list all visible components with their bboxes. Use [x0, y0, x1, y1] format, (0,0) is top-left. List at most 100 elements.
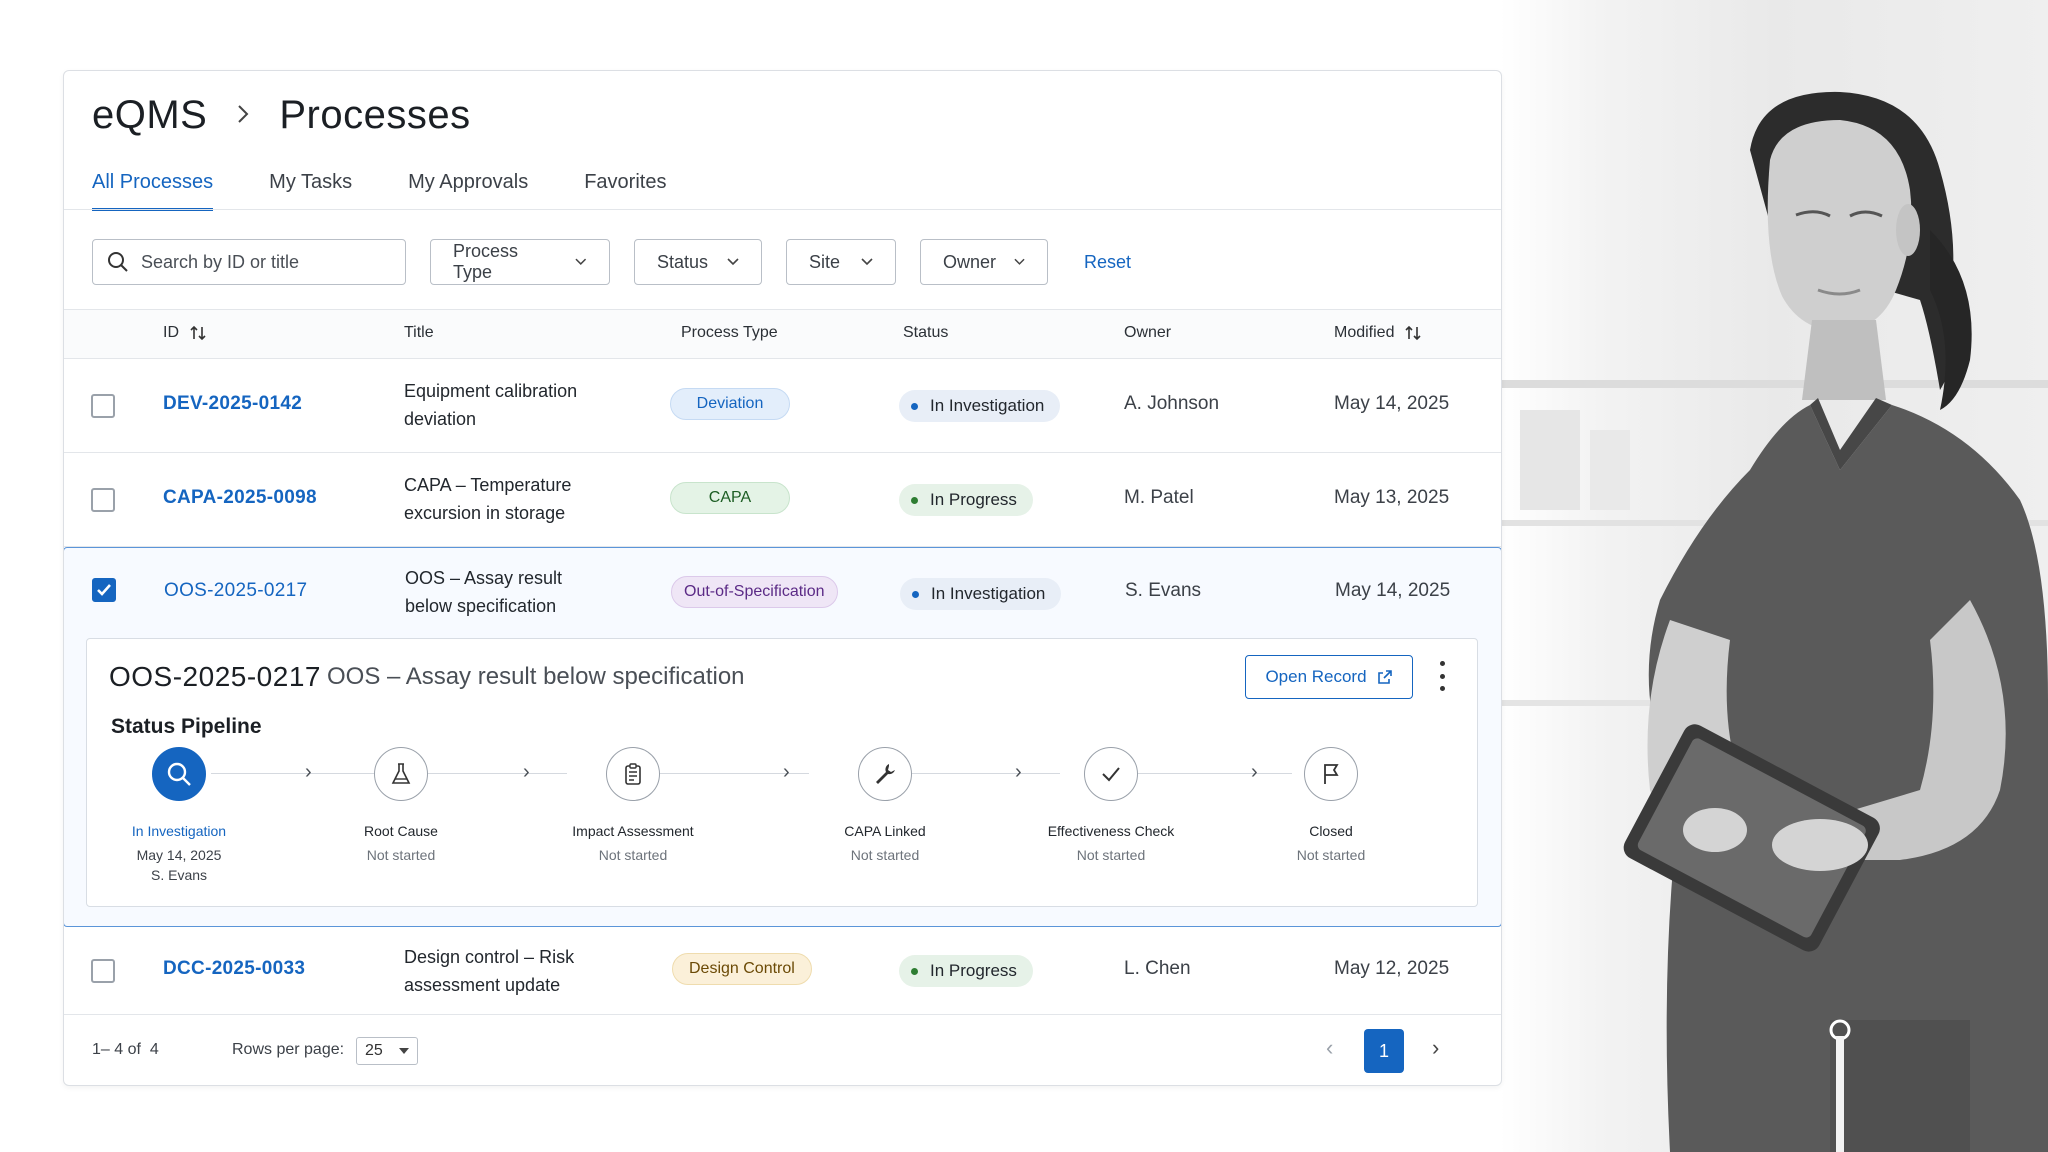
row-checkbox-checked[interactable] [92, 578, 116, 602]
record-title-line1: Design control – Risk [404, 947, 575, 967]
pipeline-stage-impact-assessment[interactable]: Impact Assessment Not started [533, 747, 733, 863]
stage-status: Not started [1076, 847, 1146, 863]
status-label: In Investigation [930, 396, 1045, 415]
tab-my-approvals[interactable]: My Approvals [408, 171, 528, 211]
record-detail-panel: OOS-2025-0217 OOS – Assay result below s… [86, 638, 1478, 907]
status-pipeline-label: Status Pipeline [111, 715, 262, 738]
rows-per-page-label: Rows per page: [232, 1041, 345, 1058]
owner-name: A. Johnson [1124, 393, 1220, 414]
pagination-range: 1– 4 of 4 [92, 1041, 159, 1058]
row-checkbox[interactable] [91, 488, 115, 512]
column-header-process-type: Process Type [681, 324, 778, 341]
owner-name: S. Evans [1125, 580, 1202, 601]
column-header-status: Status [903, 324, 949, 341]
modified-date: May 13, 2025 [1334, 487, 1450, 508]
column-id-label: ID [163, 324, 179, 341]
pipeline-stage-effectiveness-check[interactable]: Effectiveness Check Not started [1011, 747, 1211, 863]
owner-dropdown[interactable]: Owner [920, 239, 1048, 285]
stage-name: Closed [1309, 823, 1353, 839]
column-header-id[interactable]: ID [163, 324, 207, 342]
chevron-down-icon [861, 258, 873, 266]
open-record-button[interactable]: Open Record [1245, 655, 1413, 699]
process-type-dropdown[interactable]: Process Type [430, 239, 610, 285]
clipboard-icon [606, 747, 660, 801]
sort-icon[interactable] [189, 325, 207, 341]
record-title: OOS – Assay result below specification [405, 564, 562, 620]
stage-name: In Investigation [131, 823, 227, 839]
status-dot [912, 590, 919, 598]
open-record-label: Open Record [1265, 667, 1367, 686]
column-header-modified[interactable]: Modified [1334, 324, 1422, 342]
hero-photo [1500, 0, 2048, 1152]
status-dot [911, 402, 918, 410]
record-title: CAPA – Temperature excursion in storage [404, 471, 571, 527]
next-page-icon[interactable]: › [1432, 1035, 1439, 1061]
pipeline-stage-root-cause[interactable]: Root Cause Not started [301, 747, 501, 863]
rows-per-page-select[interactable]: 25 [356, 1037, 418, 1065]
caret-down-icon [399, 1048, 409, 1054]
page-title: Processes [279, 93, 471, 137]
table-row[interactable]: CAPA-2025-0098 CAPA – Temperature excurs… [64, 453, 1501, 547]
page-button-current[interactable]: 1 [1364, 1029, 1404, 1073]
record-title-line2: deviation [404, 409, 477, 429]
row-checkbox[interactable] [91, 394, 115, 418]
search-icon [152, 747, 206, 801]
record-title-line1: CAPA – Temperature [404, 475, 572, 495]
tab-favorites[interactable]: Favorites [584, 171, 666, 211]
tab-all-processes[interactable]: All Processes [92, 171, 214, 211]
column-header-title: Title [404, 324, 434, 341]
row-checkbox[interactable] [91, 959, 115, 983]
stage-status: Not started [366, 847, 436, 863]
check-icon [1084, 747, 1138, 801]
record-title-line1: Equipment calibration [404, 381, 578, 401]
process-type-badge: Out-of-Specification [671, 576, 838, 608]
site-dropdown[interactable]: Site [786, 239, 896, 285]
pipeline-stage-capa-linked[interactable]: CAPA Linked Not started [785, 747, 985, 863]
breadcrumb-root[interactable]: eQMS [92, 93, 207, 138]
table-row[interactable]: DCC-2025-0033 Design control – Risk asse… [64, 927, 1501, 1015]
status-badge: In Investigation [900, 578, 1062, 610]
stage-name: Effectiveness Check [1047, 823, 1175, 839]
process-type-badge: Deviation [670, 388, 790, 420]
record-title: Equipment calibration deviation [404, 377, 577, 433]
record-id-link[interactable]: OOS-2025-0217 [164, 580, 307, 602]
breadcrumb-separator [231, 100, 255, 132]
record-id-link[interactable]: DCC-2025-0033 [163, 958, 305, 980]
wrench-icon [858, 747, 912, 801]
pipeline-stage-in-investigation[interactable]: In Investigation May 14, 2025 S. Evans [79, 747, 279, 883]
stage-name: Impact Assessment [572, 823, 694, 839]
chevron-down-icon [1014, 258, 1025, 265]
modified-date: May 12, 2025 [1334, 958, 1450, 979]
process-tabs: All Processes My Tasks My Approvals Favo… [92, 171, 666, 211]
status-dot [911, 967, 918, 975]
search-box[interactable] [92, 239, 406, 285]
site-filter-label: Site [809, 251, 841, 272]
table-row[interactable]: DEV-2025-0142 Equipment calibration devi… [64, 359, 1501, 453]
record-id-link[interactable]: DEV-2025-0142 [163, 393, 302, 415]
chevron-right-icon: › [523, 761, 530, 783]
status-label: In Progress [930, 961, 1017, 980]
record-title-line2: below specification [405, 596, 557, 616]
status-badge: In Progress [899, 484, 1033, 516]
search-input[interactable] [141, 251, 381, 273]
previous-page-icon[interactable]: ‹ [1326, 1035, 1333, 1061]
rows-per-page-value: 25 [365, 1042, 383, 1059]
tab-my-tasks[interactable]: My Tasks [269, 171, 352, 211]
record-id-link[interactable]: CAPA-2025-0098 [163, 487, 317, 509]
breadcrumb: eQMS Processes [92, 93, 471, 138]
flask-icon [374, 747, 428, 801]
reset-filters-link[interactable]: Reset [1084, 252, 1131, 273]
chevron-down-icon [727, 258, 739, 266]
sort-icon[interactable] [1404, 325, 1422, 341]
modified-date: May 14, 2025 [1334, 393, 1450, 414]
table-header: ID Title Process Type Status Owner Modif… [64, 309, 1501, 359]
process-type-label: Process Type [453, 241, 519, 282]
status-badge: In Progress [899, 955, 1033, 987]
status-label: In Progress [930, 490, 1017, 509]
more-options-icon[interactable] [1437, 661, 1447, 691]
tabs-divider [64, 209, 1501, 210]
status-dropdown[interactable]: Status [634, 239, 762, 285]
record-title: Design control – Risk assessment update [404, 943, 574, 999]
search-icon [108, 252, 128, 272]
pipeline-stage-closed[interactable]: Closed Not started [1231, 747, 1431, 863]
